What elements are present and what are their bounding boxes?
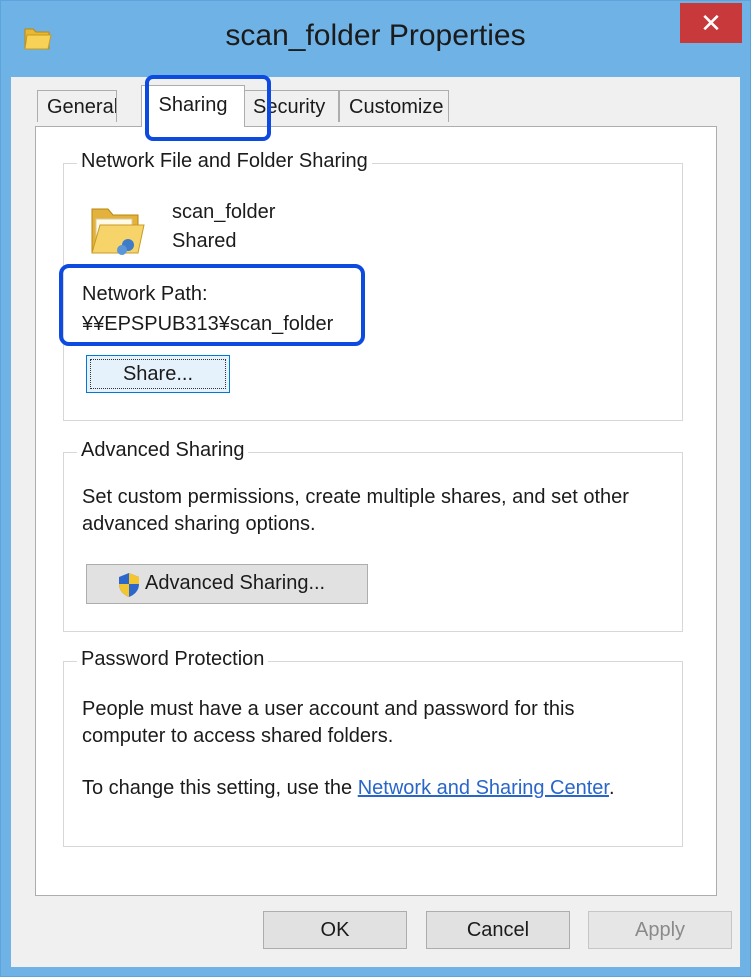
cancel-button[interactable]: Cancel xyxy=(426,911,570,949)
password-protection-group-label: Password Protection xyxy=(77,648,269,671)
sharing-tab-panel: Network File and Folder Sharing scan_fol… xyxy=(35,126,717,896)
title-bar[interactable]: scan_folder Properties ✕ xyxy=(1,1,750,73)
ok-button[interactable]: OK xyxy=(263,911,407,949)
properties-window: scan_folder Properties ✕ General Securit… xyxy=(0,0,751,977)
apply-button[interactable]: Apply xyxy=(588,911,732,949)
shared-folder-icon xyxy=(86,199,146,259)
share-button[interactable]: Share... xyxy=(86,355,230,393)
close-button[interactable]: ✕ xyxy=(680,3,742,43)
advanced-sharing-group: Advanced Sharing xyxy=(63,439,683,632)
close-icon: ✕ xyxy=(700,8,722,38)
change-setting-text: To change this setting, use the Network … xyxy=(82,777,615,799)
tab-general[interactable]: General xyxy=(37,90,117,122)
advanced-sharing-description-line1: Set custom permissions, create multiple … xyxy=(82,486,629,508)
dialog-client-area: General Security Customize Sharing Netwo… xyxy=(11,75,740,967)
network-path-highlight xyxy=(59,264,365,346)
folder-status: Shared xyxy=(172,230,237,252)
tab-customize[interactable]: Customize xyxy=(339,90,449,122)
window-title: scan_folder Properties xyxy=(225,19,526,52)
focus-ring xyxy=(90,359,226,389)
password-protection-group: Password Protection xyxy=(63,648,683,847)
password-protection-description-line2: computer to access shared folders. xyxy=(82,725,394,747)
folder-name: scan_folder xyxy=(172,201,276,223)
advanced-sharing-description-line2: advanced sharing options. xyxy=(82,513,316,535)
advanced-sharing-group-label: Advanced Sharing xyxy=(77,439,249,462)
network-sharing-group-label: Network File and Folder Sharing xyxy=(77,150,372,173)
uac-shield-icon xyxy=(117,572,141,598)
network-and-sharing-center-link[interactable]: Network and Sharing Center xyxy=(358,777,609,799)
sharing-tab-highlight xyxy=(145,75,271,141)
password-protection-description-line1: People must have a user account and pass… xyxy=(82,698,575,720)
advanced-sharing-button[interactable]: Advanced Sharing... xyxy=(86,564,368,604)
